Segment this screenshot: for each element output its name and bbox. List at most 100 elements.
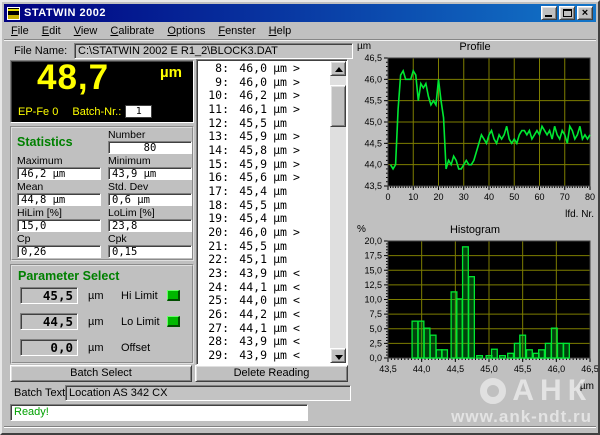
menubar: File Edit View Calibrate Options Fenster Help xyxy=(4,22,596,40)
measurement-display: 48,7 µm EP-Fe 0 Batch-Nr.: xyxy=(10,60,194,123)
list-item[interactable]: 14:45,8µm> xyxy=(199,144,330,158)
offset-field[interactable] xyxy=(20,339,78,356)
list-item[interactable]: 23:43,9µm< xyxy=(199,267,330,281)
stat-lolim: LoLim [%] 23,8 xyxy=(108,208,192,233)
stat-maximum: Maximum 46,2 µm xyxy=(17,156,101,181)
list-item[interactable]: 13:45,9µm> xyxy=(199,130,330,144)
svg-text:80: 80 xyxy=(585,192,595,202)
list-item[interactable]: 17:45,4µm xyxy=(199,185,330,199)
list-item[interactable]: 24:44,1µm< xyxy=(199,281,330,295)
stat-mean-value: 44,8 µm xyxy=(17,193,101,206)
menu-view[interactable]: View xyxy=(74,25,98,37)
list-item[interactable]: 9:46,0µm> xyxy=(199,76,330,90)
svg-text:2,5: 2,5 xyxy=(369,338,382,348)
stat-hilim-value: 15,0 xyxy=(17,219,101,232)
stat-cp: Cp 0,26 xyxy=(17,234,101,259)
scroll-up-icon xyxy=(335,67,343,72)
list-item[interactable]: 16:45,6µm> xyxy=(199,171,330,185)
menu-file[interactable]: File xyxy=(11,25,29,37)
svg-text:10: 10 xyxy=(408,192,418,202)
svg-text:46,5: 46,5 xyxy=(581,364,598,374)
lo-limit-label: Lo Limit xyxy=(121,316,160,328)
readings-list: 8:46,0µm>9:46,0µm>10:46,2µm>11:46,1µm>12… xyxy=(196,59,348,365)
stat-minimum-value: 43,9 µm xyxy=(108,167,192,180)
measurement-value: 48,7 xyxy=(37,58,109,98)
svg-text:17,5: 17,5 xyxy=(364,251,382,261)
list-item[interactable]: 29:43,9µm< xyxy=(199,349,330,362)
close-button[interactable]: × xyxy=(577,6,593,20)
menu-help[interactable]: Help xyxy=(269,25,292,37)
stat-stddev-value: 0,6 µm xyxy=(108,193,192,206)
scroll-down-icon xyxy=(335,355,343,360)
readings-scrollbar xyxy=(330,61,346,363)
histogram-chart-panel: % Histogram 43,544,044,545,045,546,046,5… xyxy=(352,224,598,392)
svg-text:46,0: 46,0 xyxy=(364,74,382,84)
stat-number-value: 80 xyxy=(108,141,192,154)
batch-nr-input[interactable] xyxy=(125,105,152,118)
stat-number: Number 80 xyxy=(108,130,192,155)
list-item[interactable]: 18:45,5µm xyxy=(199,199,330,213)
batch-text-field[interactable] xyxy=(65,385,351,401)
offset-label: Offset xyxy=(121,342,150,354)
list-item[interactable]: 10:46,2µm> xyxy=(199,89,330,103)
batch-select-button[interactable]: Batch Select xyxy=(10,365,192,382)
list-item[interactable]: 26:44,2µm< xyxy=(199,308,330,322)
batch-nr-label: Batch-Nr.: xyxy=(72,106,121,118)
list-item[interactable]: 15:45,9µm> xyxy=(199,158,330,172)
stat-mean: Mean 44,8 µm xyxy=(17,182,101,207)
stat-lolim-value: 23,8 xyxy=(108,219,192,232)
histogram-chart-title: Histogram xyxy=(352,224,598,236)
scrollbar-thumb[interactable] xyxy=(330,85,346,127)
stat-stddev: Std. Dev 0,6 µm xyxy=(108,182,192,207)
lo-limit-field[interactable] xyxy=(20,313,78,330)
app-icon[interactable] xyxy=(7,7,20,20)
watermark-url: www.ank-ndt.ru xyxy=(451,407,592,427)
svg-text:45,0: 45,0 xyxy=(364,117,382,127)
svg-text:15,0: 15,0 xyxy=(364,265,382,275)
svg-text:40: 40 xyxy=(484,192,494,202)
svg-text:0,0: 0,0 xyxy=(369,353,382,363)
list-item[interactable]: 28:43,9µm< xyxy=(199,335,330,349)
hi-limit-field[interactable] xyxy=(20,287,78,304)
hi-limit-led-indicator xyxy=(167,290,180,301)
menu-fenster[interactable]: Fenster xyxy=(218,25,255,37)
minimize-icon xyxy=(545,15,552,17)
list-item[interactable]: 25:44,0µm< xyxy=(199,294,330,308)
list-item[interactable]: 12:45,5µm xyxy=(199,117,330,131)
maximize-button[interactable] xyxy=(559,6,575,20)
titlebar: STATWIN 2002 × xyxy=(4,4,596,22)
parameter-select-title: Parameter Select xyxy=(18,269,186,285)
parameter-select-panel: Parameter Select µm Hi Limit µm Lo Limit… xyxy=(10,264,194,364)
delete-reading-button[interactable]: Delete Reading xyxy=(195,365,348,382)
batch-text-label: Batch Text: xyxy=(14,387,68,399)
statistics-title: Statistics xyxy=(17,130,101,155)
list-item[interactable]: 20:46,0µm> xyxy=(199,226,330,240)
svg-text:20: 20 xyxy=(433,192,443,202)
scroll-down-button[interactable] xyxy=(330,348,346,363)
statistics-panel: Statistics Number 80 Maximum 46,2 µm Min… xyxy=(10,126,194,261)
app-window: STATWIN 2002 × File Edit View Calibrate Opti… xyxy=(0,0,600,435)
svg-text:10,0: 10,0 xyxy=(364,295,382,305)
menu-edit[interactable]: Edit xyxy=(42,25,61,37)
list-item[interactable]: 19:45,4µm xyxy=(199,212,330,226)
stat-minimum: Minimum 43,9 µm xyxy=(108,156,192,181)
file-name-field[interactable] xyxy=(74,43,353,59)
histogram-x-unit-label: µm xyxy=(580,381,594,392)
lo-limit-led-indicator xyxy=(167,316,180,327)
list-item[interactable]: 11:46,1µm> xyxy=(199,103,330,117)
list-item[interactable]: 21:45,5µm xyxy=(199,240,330,254)
list-item[interactable]: 8:46,0µm> xyxy=(199,62,330,76)
svg-text:5,0: 5,0 xyxy=(369,324,382,334)
scroll-up-button[interactable] xyxy=(330,61,346,76)
svg-text:20,0: 20,0 xyxy=(364,237,382,246)
menu-calibrate[interactable]: Calibrate xyxy=(110,25,154,37)
list-item[interactable]: 22:45,1µm xyxy=(199,253,330,267)
readings-list-rows: 8:46,0µm>9:46,0µm>10:46,2µm>11:46,1µm>12… xyxy=(199,62,330,362)
offset-row: µm Offset xyxy=(18,337,186,363)
list-item[interactable]: 27:44,1µm< xyxy=(199,322,330,336)
menu-options[interactable]: Options xyxy=(167,25,205,37)
minimize-button[interactable] xyxy=(541,6,557,20)
svg-text:60: 60 xyxy=(534,192,544,202)
hi-limit-row: µm Hi Limit xyxy=(18,285,186,311)
file-name-label: File Name: xyxy=(14,45,67,57)
